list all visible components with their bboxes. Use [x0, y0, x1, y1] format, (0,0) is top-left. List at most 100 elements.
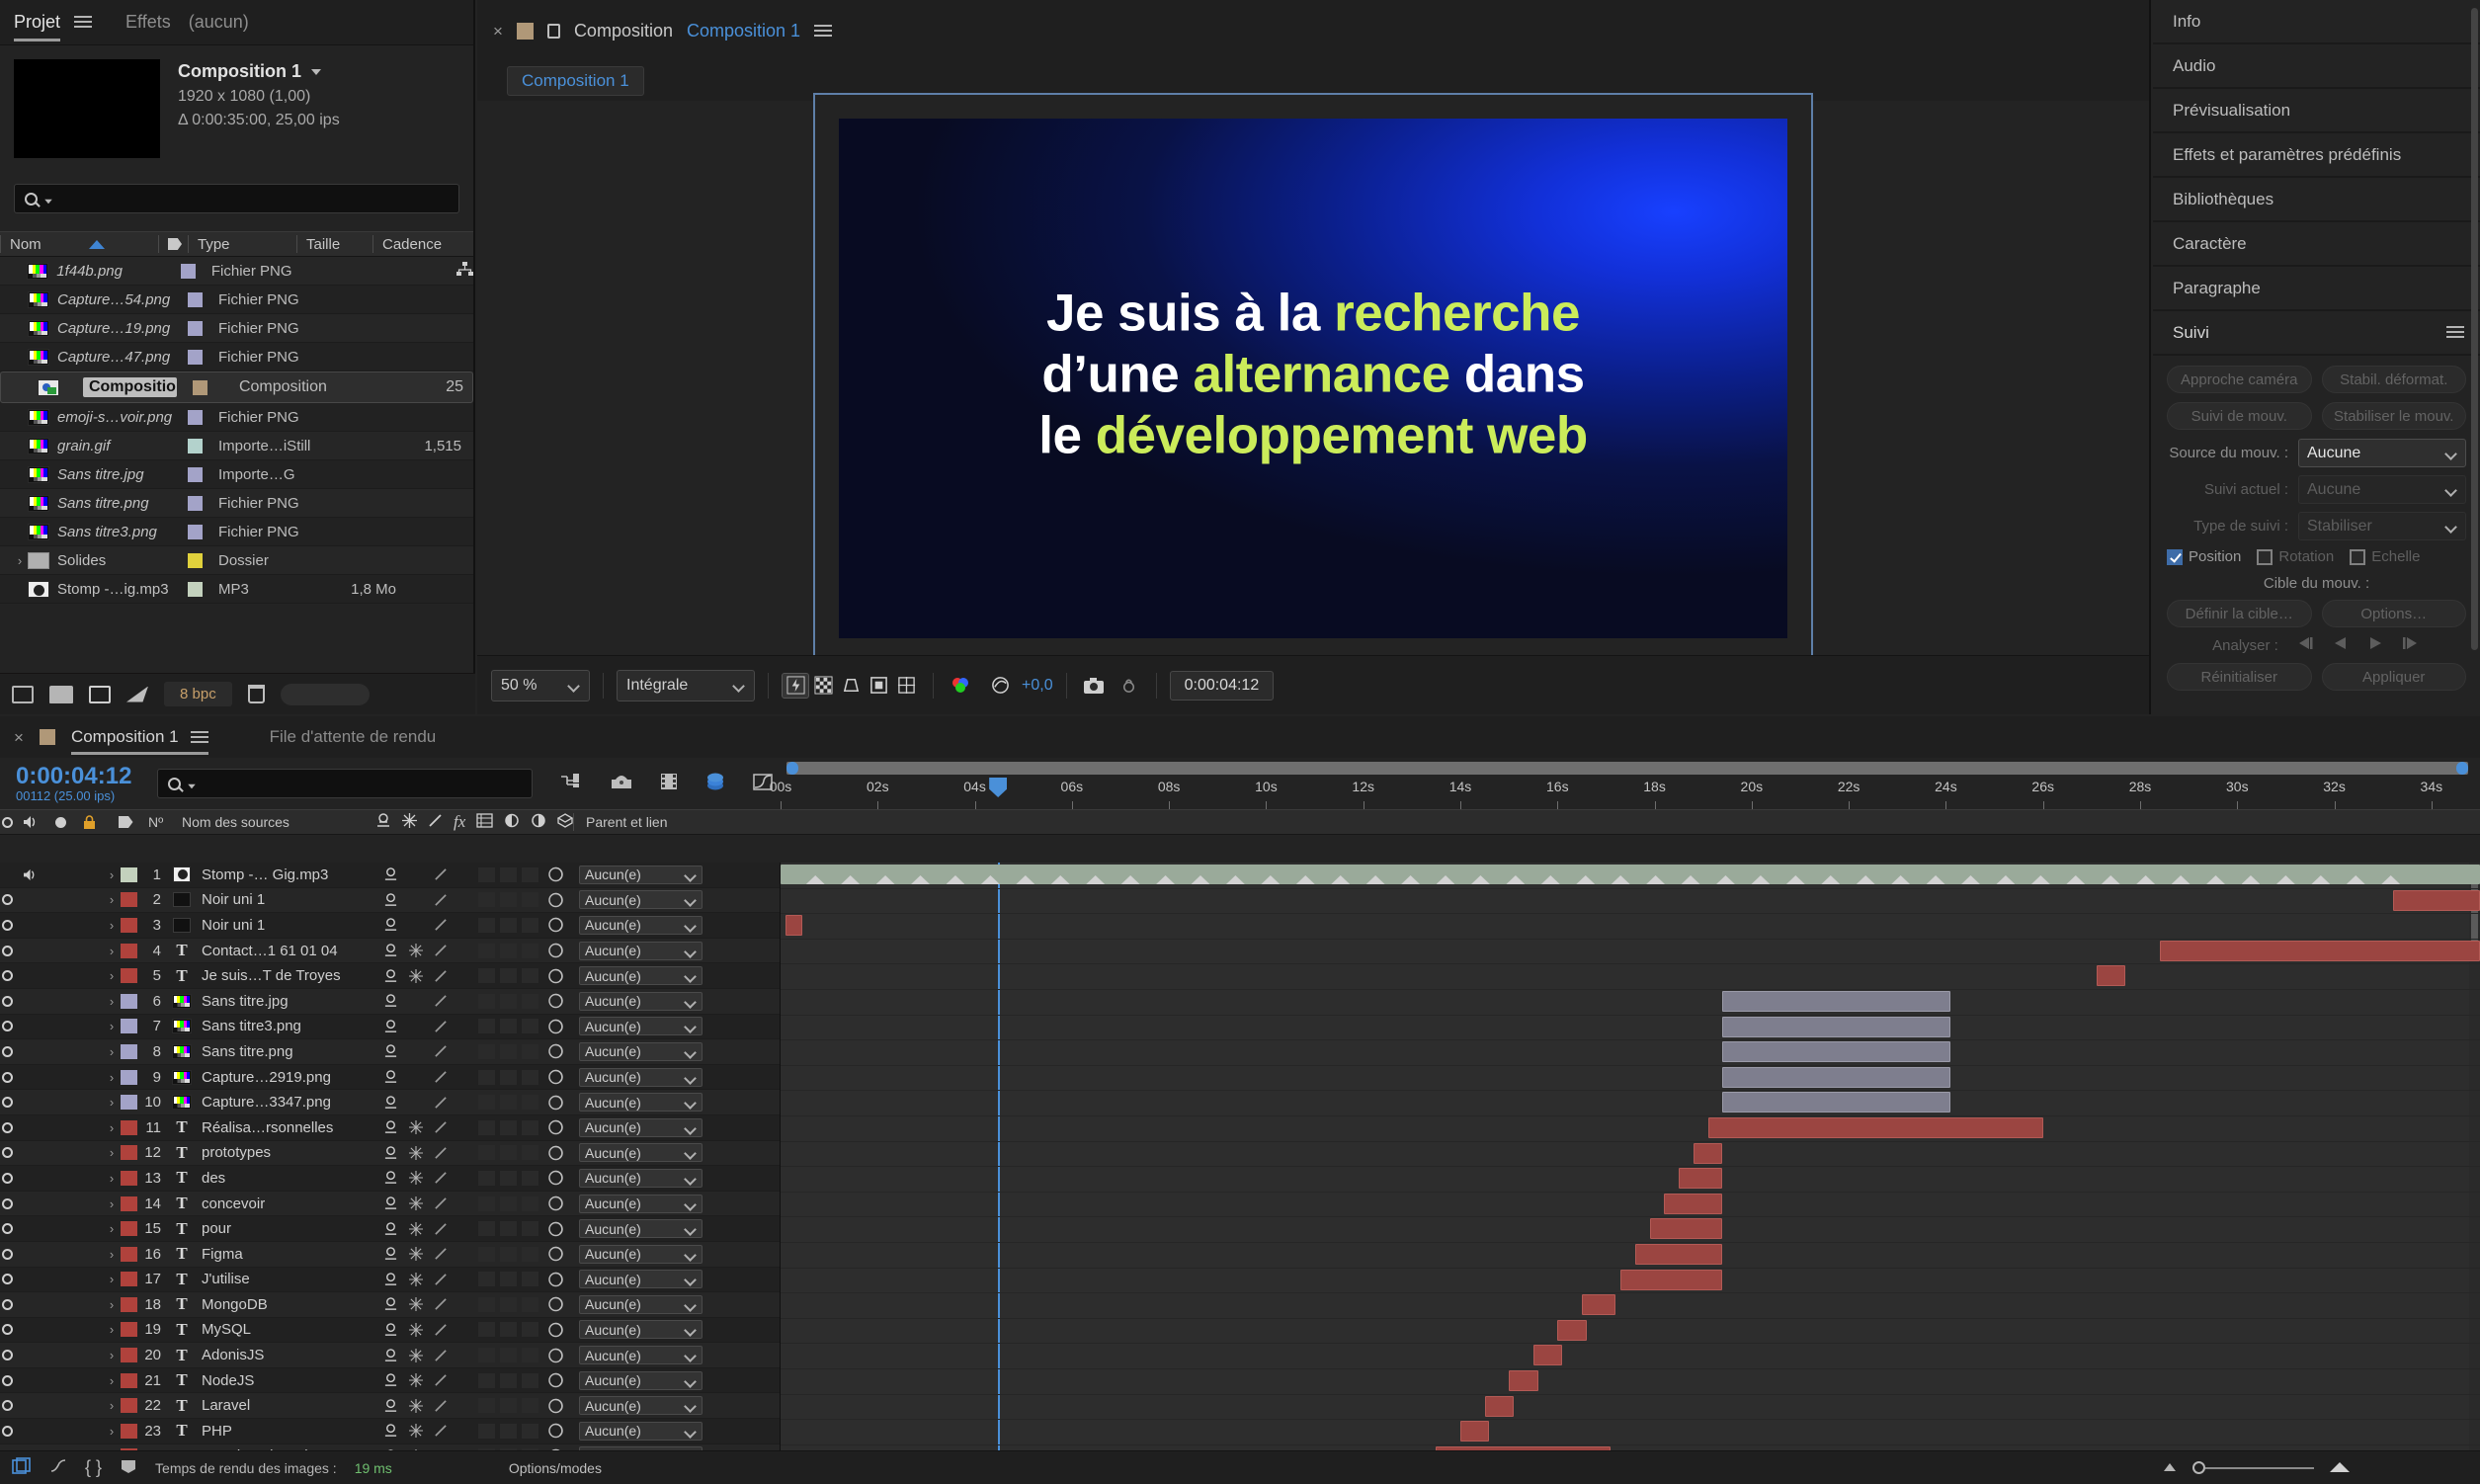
layer-switch[interactable]	[500, 1221, 517, 1237]
layer-disclosure-icon[interactable]: ›	[103, 1373, 121, 1388]
layer-disclosure-icon[interactable]: ›	[103, 1322, 121, 1337]
layer-shy-switch[interactable]	[377, 1146, 403, 1160]
tab-projet[interactable]: Projet	[14, 0, 61, 45]
project-item-row[interactable]: 1f44b.png Fichier PNG	[0, 257, 473, 286]
layer-continuous-rasterize-switch[interactable]	[403, 1171, 429, 1186]
layer-row[interactable]: › 17 T J'utilise Aucun(e)	[0, 1267, 780, 1293]
layer-switch[interactable]	[478, 1069, 495, 1085]
project-item-label-color[interactable]	[188, 581, 203, 597]
layer-parent-select[interactable]: Aucun(e)	[579, 1396, 703, 1416]
search-dropdown-icon[interactable]	[188, 783, 197, 789]
layer-shy-switch[interactable]	[377, 1221, 403, 1236]
layer-label-color[interactable]	[121, 1423, 137, 1439]
rail-panel-audio[interactable]: Audio	[2153, 44, 2480, 89]
layer-parent-pick-whip-icon[interactable]	[538, 1119, 570, 1135]
layer-row[interactable]: › 11 T Réalisa…rsonnelles Aucun(e)	[0, 1114, 780, 1141]
layer-parent-select[interactable]: Aucun(e)	[579, 865, 703, 884]
exposure-value[interactable]: +0,0	[1022, 677, 1053, 695]
layer-switch[interactable]	[478, 917, 495, 933]
layer-parent-pick-whip-icon[interactable]	[538, 917, 570, 933]
layer-continuous-rasterize-switch[interactable]	[403, 1348, 429, 1362]
layer-row[interactable]: › 14 Tconcevoir Aucun(e)	[0, 1191, 780, 1217]
layer-bar[interactable]	[1620, 1269, 1723, 1290]
rail-panel-effets-et-param-tres-pr-d-finis[interactable]: Effets et paramètres prédéfinis	[2153, 133, 2480, 178]
column-header-nom[interactable]: Nom	[0, 235, 158, 253]
layer-parent-pick-whip-icon[interactable]	[538, 1372, 570, 1388]
interpret-footage-icon[interactable]	[12, 685, 34, 703]
layer-switch[interactable]	[478, 1145, 495, 1161]
layer-video-toggle[interactable]	[0, 1045, 14, 1057]
layer-parent-select[interactable]: Aucun(e)	[579, 1219, 703, 1239]
layer-label-color[interactable]	[121, 892, 137, 908]
layer-video-toggle[interactable]	[0, 1223, 14, 1235]
layer-parent-pick-whip-icon[interactable]	[538, 1348, 570, 1363]
layer-shy-switch[interactable]	[377, 1247, 403, 1261]
layer-continuous-rasterize-switch[interactable]	[403, 1297, 429, 1312]
layer-parent-pick-whip-icon[interactable]	[538, 943, 570, 958]
layer-bar[interactable]	[1460, 1421, 1490, 1443]
stabilize-motion-button[interactable]: Stabiliser le mouv.	[2321, 402, 2466, 430]
viewer-timecode[interactable]: 0:00:04:12	[1169, 670, 1275, 701]
tab-render-queue[interactable]: File d'attente de rendu	[270, 716, 437, 758]
new-composition-icon[interactable]	[89, 685, 111, 703]
layer-disclosure-icon[interactable]: ›	[103, 1171, 121, 1186]
layer-switch[interactable]	[522, 1246, 538, 1262]
layer-source-name[interactable]: MySQL	[202, 1321, 377, 1338]
project-item-label-color[interactable]	[188, 320, 203, 336]
layer-parent-pick-whip-icon[interactable]	[538, 1145, 570, 1161]
show-snapshot-icon[interactable]	[1116, 673, 1143, 699]
region-of-interest-icon[interactable]	[865, 673, 892, 699]
timeline-current-time[interactable]: 0:00:04:12	[16, 764, 131, 788]
layer-source-name[interactable]: PHP	[202, 1423, 377, 1440]
project-item-row[interactable]: Sans titre3.png Fichier PNG	[0, 518, 473, 546]
layer-quality-switch[interactable]	[429, 1096, 453, 1110]
layer-label-color[interactable]	[121, 943, 137, 958]
layer-disclosure-icon[interactable]: ›	[103, 1120, 121, 1135]
layer-quality-switch[interactable]	[429, 1146, 453, 1160]
timeline-search-input[interactable]	[157, 769, 534, 798]
layer-video-toggle[interactable]	[0, 1324, 14, 1336]
layer-row[interactable]: › 18 T MongoDB Aucun(e)	[0, 1292, 780, 1318]
layer-parent-pick-whip-icon[interactable]	[538, 1272, 570, 1287]
layer-shy-switch[interactable]	[377, 1424, 403, 1438]
layer-source-name[interactable]: des	[202, 1170, 377, 1187]
layer-source-name[interactable]: Sans titre.png	[202, 1043, 377, 1060]
project-item-row[interactable]: Sans titre.png Fichier PNG	[0, 489, 473, 518]
layer-switch[interactable]	[478, 968, 495, 984]
layer-label-color[interactable]	[121, 1296, 137, 1312]
layer-disclosure-icon[interactable]: ›	[103, 1019, 121, 1033]
layer-parent-select[interactable]: Aucun(e)	[579, 1320, 703, 1340]
breadcrumb-composition-1[interactable]: Composition 1	[507, 66, 644, 96]
layer-shy-switch[interactable]	[377, 1120, 403, 1134]
delete-icon[interactable]	[247, 685, 265, 703]
layer-video-toggle[interactable]	[0, 970, 14, 982]
layer-switch[interactable]	[478, 1246, 495, 1262]
layer-label-color[interactable]	[121, 1322, 137, 1338]
column-header-source-name[interactable]: Nom des sources	[182, 814, 375, 830]
layer-source-name[interactable]: Capture…3347.png	[202, 1094, 377, 1111]
layer-switch[interactable]	[478, 1019, 495, 1034]
layer-shy-switch[interactable]	[377, 867, 403, 881]
layer-switch[interactable]	[478, 1372, 495, 1388]
layer-switch[interactable]	[522, 917, 538, 933]
layer-continuous-rasterize-switch[interactable]	[403, 1424, 429, 1439]
layer-switch[interactable]	[500, 1170, 517, 1186]
layer-shy-switch[interactable]	[377, 1398, 403, 1413]
channel-color-icon[interactable]	[947, 673, 974, 699]
layer-video-toggle[interactable]	[0, 1425, 14, 1437]
layer-disclosure-icon[interactable]: ›	[103, 1297, 121, 1312]
layer-row[interactable]: › 3 Noir uni 1 Aucun(e)	[0, 913, 780, 939]
layer-parent-pick-whip-icon[interactable]	[538, 1170, 570, 1186]
layer-bar[interactable]	[785, 915, 803, 937]
layer-parent-select[interactable]: Aucun(e)	[579, 1270, 703, 1289]
rail-panel-pr-visualisation[interactable]: Prévisualisation	[2153, 89, 2480, 133]
layer-switch[interactable]	[500, 1296, 517, 1312]
layer-switch[interactable]	[500, 1019, 517, 1034]
layer-disclosure-icon[interactable]: ›	[103, 918, 121, 933]
mask-visibility-icon[interactable]	[837, 673, 865, 699]
layer-source-name[interactable]: Capture…2919.png	[202, 1069, 377, 1086]
layer-disclosure-icon[interactable]: ›	[103, 1196, 121, 1211]
layer-video-toggle[interactable]	[0, 1400, 14, 1412]
layer-bar[interactable]	[1649, 1218, 1723, 1240]
layer-continuous-rasterize-switch[interactable]	[403, 1247, 429, 1262]
